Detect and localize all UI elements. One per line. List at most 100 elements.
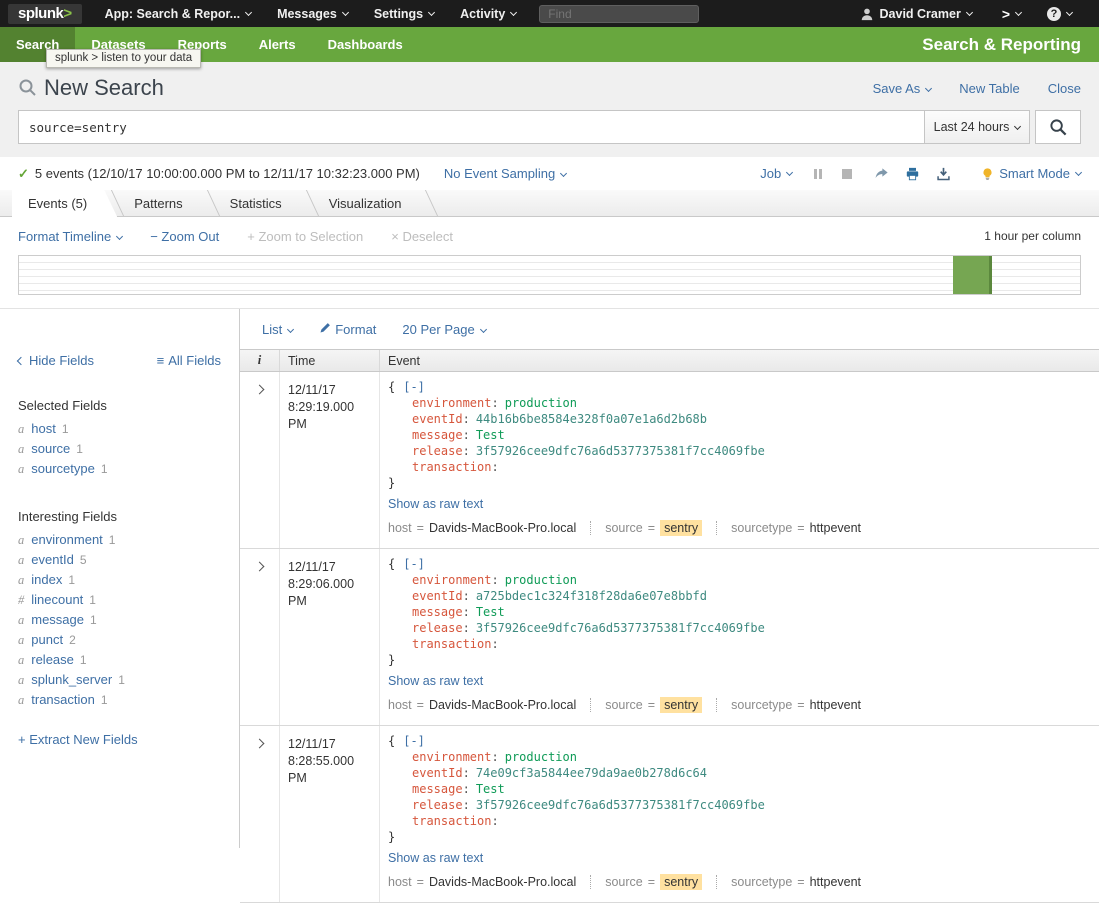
tab-statistics[interactable]: Statistics: [214, 190, 312, 216]
zoom-out-button[interactable]: − Zoom Out: [150, 229, 219, 244]
new-table-button[interactable]: New Table: [959, 81, 1019, 96]
field-source[interactable]: asource1: [0, 439, 239, 459]
expand-event-button[interactable]: [240, 726, 280, 902]
close-button[interactable]: Close: [1048, 81, 1081, 96]
event-timeline[interactable]: [18, 255, 1081, 295]
event-time[interactable]: 12/11/178:29:06.000 PM: [280, 549, 380, 725]
event-sampling-menu[interactable]: No Event Sampling: [444, 166, 566, 181]
search-title-icon: [18, 78, 38, 98]
zoom-to-selection-button[interactable]: + Zoom to Selection: [247, 229, 363, 244]
messages-menu[interactable]: Messages: [264, 0, 361, 27]
find-input[interactable]: [539, 5, 699, 23]
deselect-button[interactable]: × Deselect: [391, 229, 453, 244]
stop-icon[interactable]: [842, 169, 852, 179]
field-count: 1: [90, 613, 97, 627]
job-status-bar: ✓ 5 events (12/10/17 10:00:00.000 PM to …: [0, 157, 1099, 190]
hide-fields-button[interactable]: Hide Fields: [18, 353, 94, 368]
extract-new-fields-label: Extract New Fields: [29, 732, 137, 747]
collapse-json-button[interactable]: [-]: [403, 557, 425, 571]
collapse-json-button[interactable]: [-]: [403, 380, 425, 394]
expand-event-button[interactable]: [240, 372, 280, 548]
field-linecount[interactable]: #linecount1: [0, 590, 239, 610]
export-icon[interactable]: [936, 167, 951, 181]
expand-event-button[interactable]: [240, 549, 280, 725]
json-value-release[interactable]: 3f57926cee9dfc76a6d5377375381f7cc4069fbe: [476, 621, 765, 635]
field-splunk_server[interactable]: asplunk_server1: [0, 670, 239, 690]
field-count: 1: [62, 422, 69, 436]
all-fields-button[interactable]: ≡All Fields: [157, 353, 221, 368]
source-value-highlighted[interactable]: sentry: [660, 874, 702, 890]
time-range-picker[interactable]: Last 24 hours: [924, 110, 1030, 144]
json-value-environment[interactable]: production: [505, 573, 577, 587]
field-message[interactable]: amessage1: [0, 610, 239, 630]
tab-visualization[interactable]: Visualization: [313, 190, 432, 216]
field-punct[interactable]: apunct2: [0, 630, 239, 650]
activity-menu[interactable]: Activity: [447, 0, 529, 27]
chevron-down-icon: [342, 9, 349, 16]
splunk-logo[interactable]: splunk>: [8, 4, 82, 24]
format-timeline-menu[interactable]: Format Timeline: [18, 229, 122, 244]
json-value-message[interactable]: Test: [476, 782, 505, 796]
json-value-eventId[interactable]: a725bdec1c324f318f28da6e07e8bbfd: [476, 589, 707, 603]
nav-item-alerts[interactable]: Alerts: [243, 27, 312, 62]
show-raw-text-link[interactable]: Show as raw text: [388, 674, 483, 688]
event-time[interactable]: 12/11/178:29:19.000 PM: [280, 372, 380, 548]
host-value[interactable]: Davids-MacBook-Pro.local: [429, 521, 576, 535]
tab-patterns[interactable]: Patterns: [118, 190, 212, 216]
host-value[interactable]: Davids-MacBook-Pro.local: [429, 875, 576, 889]
search-icon: [1049, 118, 1068, 137]
print-icon[interactable]: [905, 167, 920, 181]
source-value-highlighted[interactable]: sentry: [660, 520, 702, 536]
json-value-eventId[interactable]: 74e09cf3a5844ee79da9ae0b278d6c64: [476, 766, 707, 780]
json-key: eventId: [412, 412, 463, 426]
source-value-highlighted[interactable]: sentry: [660, 697, 702, 713]
nav-item-dashboards[interactable]: Dashboards: [312, 27, 419, 62]
per-page-menu[interactable]: 20 Per Page: [402, 322, 485, 337]
console-menu[interactable]: >: [985, 6, 1034, 22]
json-value-environment[interactable]: production: [505, 396, 577, 410]
equals: =: [648, 698, 655, 712]
field-index[interactable]: aindex1: [0, 570, 239, 590]
list-view-menu[interactable]: List: [262, 322, 293, 337]
save-as-button[interactable]: Save As: [873, 81, 932, 96]
field-sourcetype[interactable]: asourcetype1: [0, 459, 239, 479]
equals: =: [417, 698, 424, 712]
json-value-eventId[interactable]: 44b16b6be8584e328f0a07e1a6d2b68b: [476, 412, 707, 426]
extract-new-fields-button[interactable]: + Extract New Fields: [0, 732, 239, 747]
format-menu[interactable]: Format: [319, 322, 376, 337]
timeline-scale-label: 1 hour per column: [984, 229, 1081, 243]
sourcetype-label: sourcetype: [731, 698, 792, 712]
json-value-environment[interactable]: production: [505, 750, 577, 764]
search-query-input[interactable]: [18, 110, 924, 144]
pause-icon[interactable]: [814, 169, 824, 179]
splunk-logo-caret: >: [63, 5, 71, 22]
search-submit-button[interactable]: [1035, 110, 1081, 144]
host-value[interactable]: Davids-MacBook-Pro.local: [429, 698, 576, 712]
app-menu[interactable]: App: Search & Repor...: [92, 0, 264, 27]
json-value-release[interactable]: 3f57926cee9dfc76a6d5377375381f7cc4069fbe: [476, 444, 765, 458]
show-raw-text-link[interactable]: Show as raw text: [388, 851, 483, 865]
user-menu[interactable]: David Cramer: [847, 7, 985, 21]
field-release[interactable]: arelease1: [0, 650, 239, 670]
timeline-bar[interactable]: [953, 256, 992, 294]
tab-events[interactable]: Events (5): [12, 190, 117, 217]
field-host[interactable]: ahost1: [0, 419, 239, 439]
json-value-message[interactable]: Test: [476, 428, 505, 442]
field-transaction[interactable]: atransaction1: [0, 690, 239, 710]
job-menu[interactable]: Job: [760, 166, 792, 181]
json-value-release[interactable]: 3f57926cee9dfc76a6d5377375381f7cc4069fbe: [476, 798, 765, 812]
search-mode-menu[interactable]: Smart Mode: [981, 166, 1081, 181]
collapse-json-button[interactable]: [-]: [403, 734, 425, 748]
field-eventId[interactable]: aeventId5: [0, 550, 239, 570]
field-environment[interactable]: aenvironment1: [0, 530, 239, 550]
share-icon[interactable]: [874, 167, 889, 181]
sourcetype-value[interactable]: httpevent: [810, 521, 861, 535]
settings-menu[interactable]: Settings: [361, 0, 447, 27]
event-time[interactable]: 12/11/178:28:55.000 PM: [280, 726, 380, 902]
help-menu[interactable]: ?: [1034, 7, 1085, 21]
field-type-icon: a: [18, 633, 24, 647]
show-raw-text-link[interactable]: Show as raw text: [388, 497, 483, 511]
sourcetype-value[interactable]: httpevent: [810, 698, 861, 712]
sourcetype-value[interactable]: httpevent: [810, 875, 861, 889]
json-value-message[interactable]: Test: [476, 605, 505, 619]
